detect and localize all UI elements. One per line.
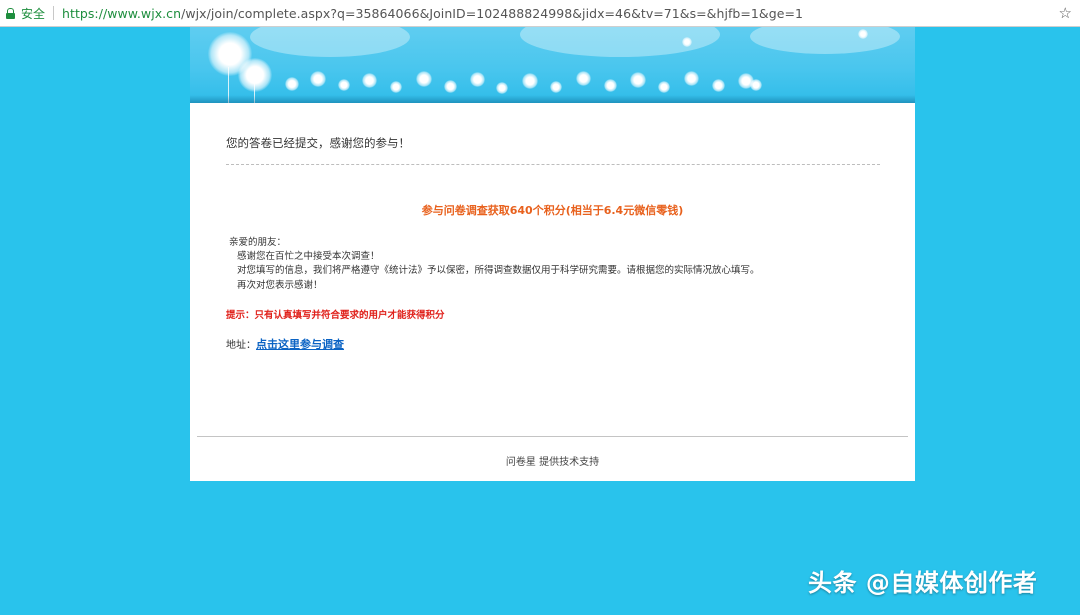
letter-line-2: 对您填写的信息，我们将严格遵守《统计法》予以保密，所得调查数据仅用于科学研究需要… bbox=[237, 265, 760, 277]
url-host: https://www.wjx.cn bbox=[62, 5, 182, 21]
dashed-divider bbox=[226, 164, 880, 165]
footer-text: 问卷星 提供技术支持 bbox=[505, 457, 600, 468]
banner-image bbox=[190, 27, 915, 103]
lock-icon bbox=[6, 7, 15, 19]
secure-label: 安全 bbox=[21, 6, 46, 21]
greeting: 亲爱的朋友： bbox=[229, 237, 287, 248]
completion-panel: 您的答卷已经提交，感谢您的参与！ 参与问卷调查获取640个积分(相当于6.4元微… bbox=[190, 103, 915, 481]
promo-text: 参与问卷调查获取640个积分(相当于6.4元微信零钱) bbox=[421, 204, 684, 217]
survey-link[interactable]: 点击这里参与调查 bbox=[256, 338, 344, 351]
url-text[interactable]: https://www.wjx.cn/wjx/join/complete.asp… bbox=[62, 6, 803, 21]
address-line: 地址：点击这里参与调查 bbox=[226, 336, 344, 352]
address-label: 地址： bbox=[226, 340, 256, 351]
footer-divider bbox=[197, 436, 908, 437]
star-icon[interactable]: ☆ bbox=[1059, 4, 1072, 22]
letter-block: 亲爱的朋友： 感谢您在百忙之中接受本次调查！ 对您填写的信息，我们将严格遵守《统… bbox=[229, 236, 760, 293]
watermark: 头条 @自媒体创作者 bbox=[808, 569, 1038, 597]
letter-line-1: 感谢您在百忙之中接受本次调查！ bbox=[237, 251, 380, 263]
url-path: /wjx/join/complete.aspx?q=35864066&JoinI… bbox=[181, 5, 803, 21]
letter-line-3: 再次对您表示感谢！ bbox=[237, 279, 323, 291]
address-bar[interactable]: 安全 https://www.wjx.cn/wjx/join/complete.… bbox=[0, 0, 1080, 27]
submitted-message: 您的答卷已经提交，感谢您的参与！ bbox=[226, 136, 410, 150]
divider bbox=[53, 6, 55, 20]
tip-text: 提示：只有认真填写并符合要求的用户才能获得积分 bbox=[226, 310, 445, 321]
